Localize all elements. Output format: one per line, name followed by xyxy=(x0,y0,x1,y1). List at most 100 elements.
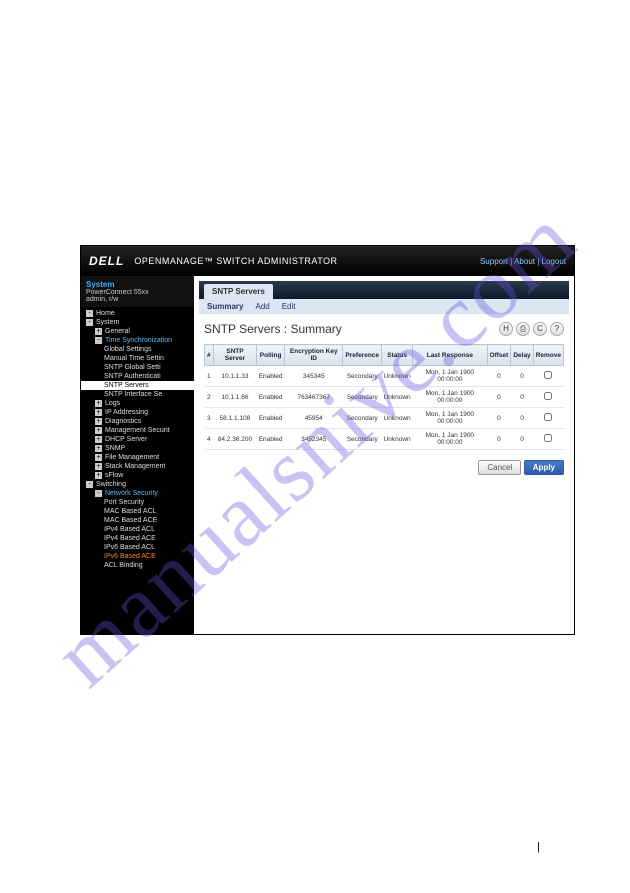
sidebar-system-label: System xyxy=(86,280,189,289)
header-links: Support | About | Logout xyxy=(480,257,566,266)
tree-toggle-icon[interactable]: + xyxy=(95,472,102,479)
subtab-edit[interactable]: Edit xyxy=(282,302,296,311)
table-cell: Unknown xyxy=(382,387,413,408)
support-link[interactable]: Support xyxy=(480,257,508,266)
tree-toggle-icon[interactable]: + xyxy=(95,418,102,425)
table-header: Encryption Key ID xyxy=(285,345,343,366)
sidebar-item-label: Management Securit xyxy=(105,427,170,434)
sidebar-item-label: sFlow xyxy=(105,472,123,479)
sidebar-item[interactable]: SNTP Global Setti xyxy=(81,363,194,372)
sidebar-item[interactable]: MAC Based ACL xyxy=(81,507,194,516)
apply-button[interactable]: Apply xyxy=(524,460,564,475)
remove-checkbox[interactable] xyxy=(544,413,552,421)
refresh-icon[interactable]: C xyxy=(533,322,547,336)
print-icon[interactable]: ⎙ xyxy=(516,322,530,336)
tree-toggle-icon[interactable]: - xyxy=(86,310,93,317)
page-number: | xyxy=(537,841,540,853)
tree-toggle-icon[interactable]: + xyxy=(95,409,102,416)
sidebar-item[interactable]: +File Management xyxy=(81,453,194,462)
table-cell: 10.1.1.66 xyxy=(213,387,257,408)
sidebar-device: PowerConnect 55xx xyxy=(86,289,189,296)
help-icon[interactable]: ? xyxy=(550,322,564,336)
remove-checkbox[interactable] xyxy=(544,392,552,400)
table-cell: 0 xyxy=(487,366,511,387)
sidebar-item[interactable]: +DHCP Server xyxy=(81,435,194,444)
sidebar-item-label: MAC Based ACL xyxy=(104,508,157,515)
app-header: DELL OPENMANAGE™ SWITCH ADMINISTRATOR Su… xyxy=(81,246,574,276)
sidebar-item[interactable]: SNTP Servers xyxy=(81,381,194,390)
sidebar-item-label: ACL Binding xyxy=(104,562,143,569)
table-header: Remove xyxy=(533,345,563,366)
sidebar-item[interactable]: -System xyxy=(81,318,194,327)
subtab-add[interactable]: Add xyxy=(255,302,269,311)
table-cell: Enabled xyxy=(257,408,285,429)
sidebar-item[interactable]: Global Settings xyxy=(81,345,194,354)
sidebar-item[interactable]: +sFlow xyxy=(81,471,194,480)
sidebar-item[interactable]: Manual Time Settin xyxy=(81,354,194,363)
tree-toggle-icon[interactable]: - xyxy=(86,319,93,326)
sidebar-item-label: DHCP Server xyxy=(105,436,147,443)
sidebar-item[interactable]: IPv6 Based ACE xyxy=(81,552,194,561)
app-title: OPENMANAGE™ SWITCH ADMINISTRATOR xyxy=(134,256,337,266)
sidebar-item-label: IPv6 Based ACE xyxy=(104,553,156,560)
table-cell: 345345 xyxy=(285,366,343,387)
table-cell: 58.1.1.108 xyxy=(213,408,257,429)
tree-toggle-icon[interactable]: + xyxy=(95,445,102,452)
sidebar-item-label: SNTP Authenticati xyxy=(104,373,161,380)
tree-toggle-icon[interactable]: - xyxy=(86,481,93,488)
sidebar-item[interactable]: SNTP Authenticati xyxy=(81,372,194,381)
remove-checkbox[interactable] xyxy=(544,434,552,442)
tree-toggle-icon[interactable]: + xyxy=(95,427,102,434)
save-icon[interactable]: H xyxy=(499,322,513,336)
sidebar-item[interactable]: -Switching xyxy=(81,480,194,489)
main-panel: SNTP Servers Summary Add Edit SNTP Serve… xyxy=(194,276,574,634)
sidebar-item[interactable]: IPv4 Based ACL xyxy=(81,525,194,534)
tree-toggle-icon[interactable]: - xyxy=(95,337,102,344)
sidebar-item[interactable]: +Stack Management xyxy=(81,462,194,471)
sidebar-item[interactable]: IPv6 Based ACL xyxy=(81,543,194,552)
tree-toggle-icon[interactable]: + xyxy=(95,328,102,335)
sidebar-item[interactable]: +IP Addressing xyxy=(81,408,194,417)
cancel-button[interactable]: Cancel xyxy=(478,460,521,475)
table-header: Offset xyxy=(487,345,511,366)
sidebar-item-label: MAC Based ACE xyxy=(104,517,157,524)
sidebar-item[interactable]: +Management Securit xyxy=(81,426,194,435)
logout-link[interactable]: Logout xyxy=(542,257,566,266)
sidebar-item[interactable]: -Network Security xyxy=(81,489,194,498)
table-cell: Unknown xyxy=(382,408,413,429)
table-cell-remove xyxy=(533,429,563,450)
sidebar-item[interactable]: -Time Synchronization xyxy=(81,336,194,345)
table-header: Delay xyxy=(511,345,533,366)
sidebar-item[interactable]: -Home xyxy=(81,309,194,318)
tree-toggle-icon[interactable]: + xyxy=(95,436,102,443)
sidebar-item-label: Stack Management xyxy=(105,463,165,470)
table-header: Status xyxy=(382,345,413,366)
sidebar-item[interactable]: SNTP Interface Se xyxy=(81,390,194,399)
sidebar-item-label: Logs xyxy=(105,400,120,407)
sidebar-item[interactable]: +Diagnostics xyxy=(81,417,194,426)
remove-checkbox[interactable] xyxy=(544,371,552,379)
tab-sntp-servers[interactable]: SNTP Servers xyxy=(204,284,273,299)
subtab-summary[interactable]: Summary xyxy=(207,302,243,311)
tree-toggle-icon[interactable]: - xyxy=(95,490,102,497)
table-header: Polling xyxy=(257,345,285,366)
sidebar-item-label: Time Synchronization xyxy=(105,337,172,344)
sidebar-item-label: SNTP Global Setti xyxy=(104,364,161,371)
sidebar-item[interactable]: +SNMP xyxy=(81,444,194,453)
tree-toggle-icon[interactable]: + xyxy=(95,463,102,470)
sidebar-item[interactable]: ACL Binding xyxy=(81,561,194,570)
about-link[interactable]: About xyxy=(514,257,535,266)
table-cell: Secondary xyxy=(343,408,382,429)
sidebar-item[interactable]: MAC Based ACE xyxy=(81,516,194,525)
table-header: Last Response xyxy=(413,345,487,366)
tree-toggle-icon[interactable]: + xyxy=(95,400,102,407)
sidebar-item[interactable]: +Logs xyxy=(81,399,194,408)
table-cell: 4 xyxy=(205,429,214,450)
tree-toggle-icon[interactable]: + xyxy=(95,454,102,461)
table-cell: Mon, 1 Jan 1900 00:00:00 xyxy=(413,366,487,387)
sidebar-item[interactable]: +General xyxy=(81,327,194,336)
sidebar-item[interactable]: Port Security xyxy=(81,498,194,507)
sidebar-item-label: Port Security xyxy=(104,499,144,506)
table-cell: Enabled xyxy=(257,366,285,387)
sidebar-item[interactable]: IPv4 Based ACE xyxy=(81,534,194,543)
